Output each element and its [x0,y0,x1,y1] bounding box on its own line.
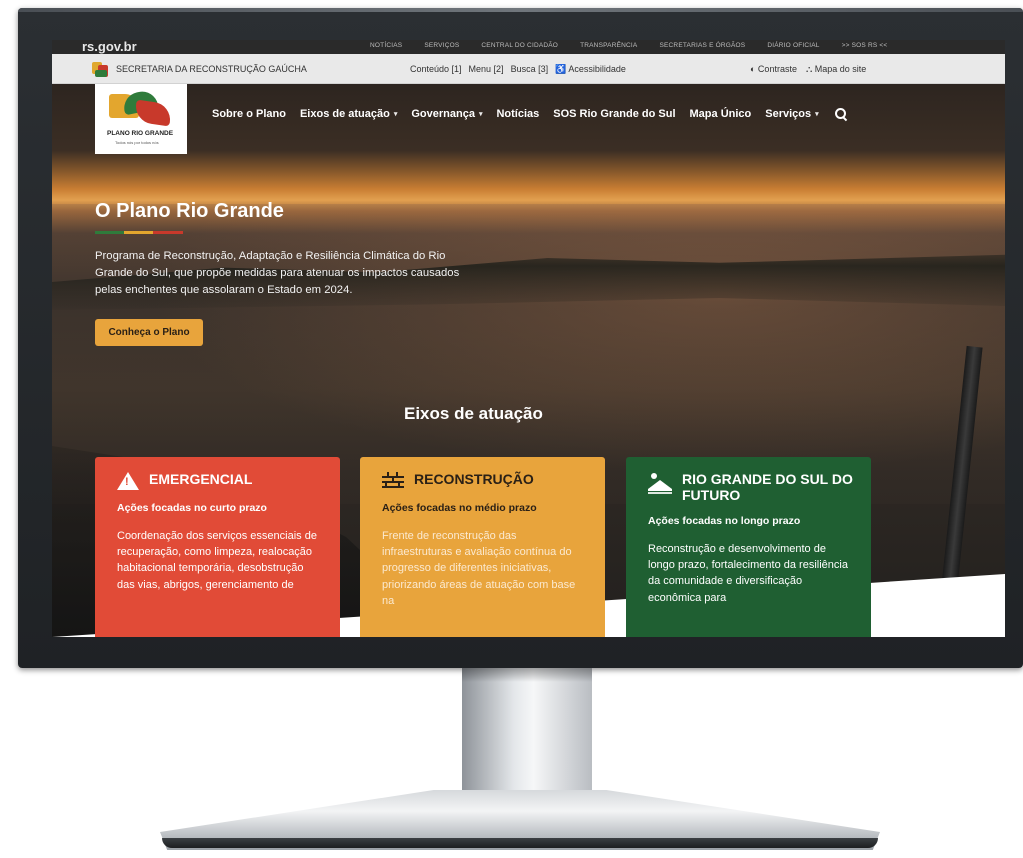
top-link-transparencia[interactable]: TRANSPARÊNCIA [580,42,637,49]
gov-top-strip: rs.gov.br NOTÍCIAS SERVIÇOS CENTRAL DO C… [52,40,1005,54]
nav-eixos-de-atuacao[interactable]: Eixos de atuação ▾ [300,108,397,120]
card-emergencial[interactable]: EMERGENCIAL Ações focadas no curto prazo… [95,457,340,637]
monitor-screen: rs.gov.br NOTÍCIAS SERVIÇOS CENTRAL DO C… [52,40,1005,637]
hero-description: Programa de Reconstrução, Adaptação e Re… [95,250,460,296]
top-link-sos-rs[interactable]: >> SOS RS << [842,42,888,49]
card-title: RIO GRANDE DO SUL DO FUTURO [682,471,853,503]
card-subtitle: Ações focadas no longo prazo [648,515,801,527]
monitor-bezel-highlight [18,8,1023,12]
main-nav: Sobre o Plano Eixos de atuação ▾ Governan… [212,106,849,122]
eixos-section-title: Eixos de atuação [404,404,543,423]
logo-text: PLANO RIO GRANDE [107,130,174,137]
hero-title: O Plano Rio Grande [95,200,284,222]
gov-top-links: NOTÍCIAS SERVIÇOS CENTRAL DO CIDADÃO TRA… [370,42,887,49]
sitemap-link[interactable]: ⛬ Mapa do site [806,64,866,75]
chevron-down-icon: ▾ [393,111,398,118]
top-link-secretarias[interactable]: SECRETARIAS E ÓRGÃOS [659,42,745,49]
top-link-noticias[interactable]: NOTÍCIAS [370,42,402,49]
chevron-down-icon: ▾ [478,111,483,118]
secretaria-bar: SECRETARIA DA RECONSTRUÇÃO GAÚCHA Conteú… [52,54,1005,84]
secretaria-name[interactable]: SECRETARIA DA RECONSTRUÇÃO GAÚCHA [116,64,307,74]
logo-tagline: Todos nós por todos nós [115,140,159,145]
accessibility-links: Conteúdo [1] Menu [2] Busca [3] ♿ Acessi… [410,64,626,75]
nav-servicos[interactable]: Serviços ▾ [765,108,818,120]
card-subtitle: Ações focadas no médio prazo [382,502,537,514]
card-text: Reconstrução e desenvolvimento de longo … [648,543,848,604]
monitor-stand-base-edge [162,838,878,848]
card-text: Coordenação dos serviços essenciais de r… [117,530,317,591]
skip-to-menu-link[interactable]: Menu [2] [469,64,504,75]
accessibility-link[interactable]: ♿ Acessibilidade [555,64,626,75]
card-title: EMERGENCIAL [149,471,253,487]
nav-governanca[interactable]: Governança ▾ [411,108,482,120]
monitor-stand-neck [462,668,592,808]
warning-icon [117,472,139,490]
nav-mapa-unico[interactable]: Mapa Único [690,108,752,120]
card-reconstrucao[interactable]: RECONSTRUÇÃO Ações focadas no médio praz… [360,457,605,637]
brick-wall-icon [382,472,404,490]
nav-noticias[interactable]: Notícias [496,108,539,120]
card-title: RECONSTRUÇÃO [414,471,534,487]
skip-to-search-link[interactable]: Busca [3] [511,64,549,75]
gov-brand-link[interactable]: rs.gov.br [82,40,137,54]
monitor-stand-shadow [462,668,592,682]
chevron-down-icon: ▾ [815,111,819,118]
top-link-central-do-cidadao[interactable]: CENTRAL DO CIDADÃO [481,42,558,49]
landscape-icon [648,473,672,494]
nav-sobre-o-plano[interactable]: Sobre o Plano [212,108,286,120]
search-icon[interactable] [833,106,849,122]
plano-rio-grande-logo[interactable]: PLANO RIO GRANDE Todos nós por todos nós [95,84,187,154]
hero-section: PLANO RIO GRANDE Todos nós por todos nós… [52,84,1005,637]
conheca-o-plano-button[interactable]: Conheça o Plano [95,319,203,346]
top-link-servicos[interactable]: SERVIÇOS [424,42,459,49]
card-rio-grande-do-sul-do-futuro[interactable]: RIO GRANDE DO SUL DO FUTURO Ações focada… [626,457,871,637]
contrast-toggle[interactable]: ◐ Contraste [750,64,797,75]
card-subtitle: Ações focadas no curto prazo [117,502,267,514]
nav-sos-rio-grande-do-sul[interactable]: SOS Rio Grande do Sul [553,108,675,120]
secretaria-right-links: ◐ Contraste ⛬ Mapa do site [750,64,866,75]
top-link-diario-oficial[interactable]: DIÁRIO OFICIAL [767,42,819,49]
rs-logo-icon[interactable] [92,62,112,78]
skip-to-content-link[interactable]: Conteúdo [1] [410,64,462,75]
title-underline [95,231,183,234]
card-text: Frente de reconstrução das infraestrutur… [382,530,576,607]
